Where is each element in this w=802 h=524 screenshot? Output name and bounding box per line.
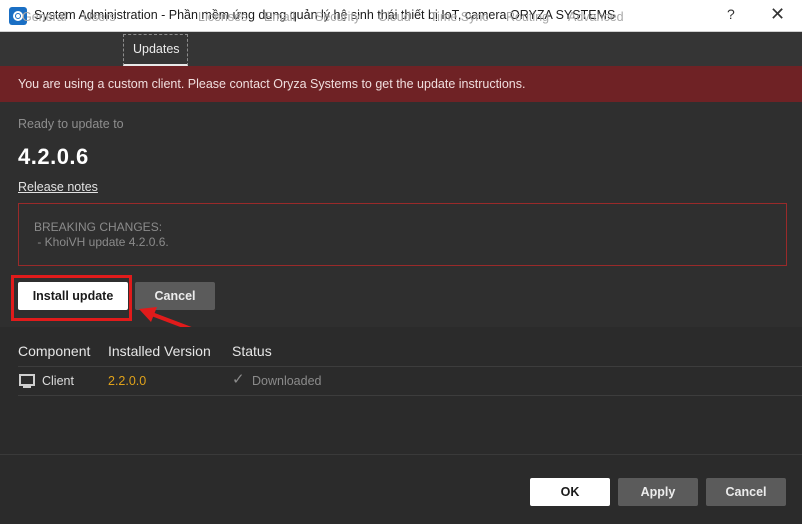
close-icon[interactable]: ✕ xyxy=(770,4,785,25)
column-header-status: Status xyxy=(232,343,272,359)
tab-users[interactable]: Users xyxy=(83,10,116,24)
installed-version: 2.2.0.0 xyxy=(108,374,147,388)
ok-button[interactable]: OK xyxy=(530,478,610,506)
ready-to-update-label: Ready to update to xyxy=(18,117,124,131)
apply-button[interactable]: Apply xyxy=(618,478,698,506)
tab-bar xyxy=(0,32,802,66)
component-name: Client xyxy=(42,374,74,388)
release-notes-line: - KhoiVH update 4.2.0.6. xyxy=(34,235,169,249)
monitor-icon xyxy=(19,374,35,386)
tab-routing[interactable]: Routing xyxy=(506,10,549,24)
tab-time-sync[interactable]: Time Sync xyxy=(430,10,489,24)
help-icon[interactable]: ? xyxy=(727,6,735,22)
tab-security[interactable]: Security xyxy=(315,10,360,24)
check-icon: ✓ xyxy=(232,371,245,388)
table-divider xyxy=(18,366,802,367)
cancel-button[interactable]: Cancel xyxy=(706,478,786,506)
tab-licenses[interactable]: Licenses xyxy=(198,10,247,24)
banner-message: You are using a custom client. Please co… xyxy=(18,77,526,91)
release-notes-link[interactable]: Release notes xyxy=(18,180,98,194)
tab-general[interactable]: General xyxy=(22,10,66,24)
column-header-component: Component xyxy=(18,343,91,359)
release-notes-box: BREAKING CHANGES: - KhoiVH update 4.2.0.… xyxy=(18,203,787,266)
component-status: Downloaded xyxy=(252,374,322,388)
target-version: 4.2.0.6 xyxy=(18,144,89,169)
tab-advanced[interactable]: Advanced xyxy=(568,10,624,24)
install-update-button[interactable]: Install update xyxy=(18,282,128,310)
column-header-installed-version: Installed Version xyxy=(108,343,211,359)
custom-client-banner: You are using a custom client. Please co… xyxy=(0,66,802,102)
tab-email[interactable]: Email xyxy=(264,10,295,24)
footer-divider xyxy=(0,454,802,455)
release-notes-line: BREAKING CHANGES: xyxy=(34,220,163,234)
table-divider xyxy=(18,395,802,396)
tab-updates[interactable]: Updates xyxy=(133,42,180,56)
monitor-stand xyxy=(23,386,31,388)
tab-cloud[interactable]: Cloud xyxy=(378,10,411,24)
